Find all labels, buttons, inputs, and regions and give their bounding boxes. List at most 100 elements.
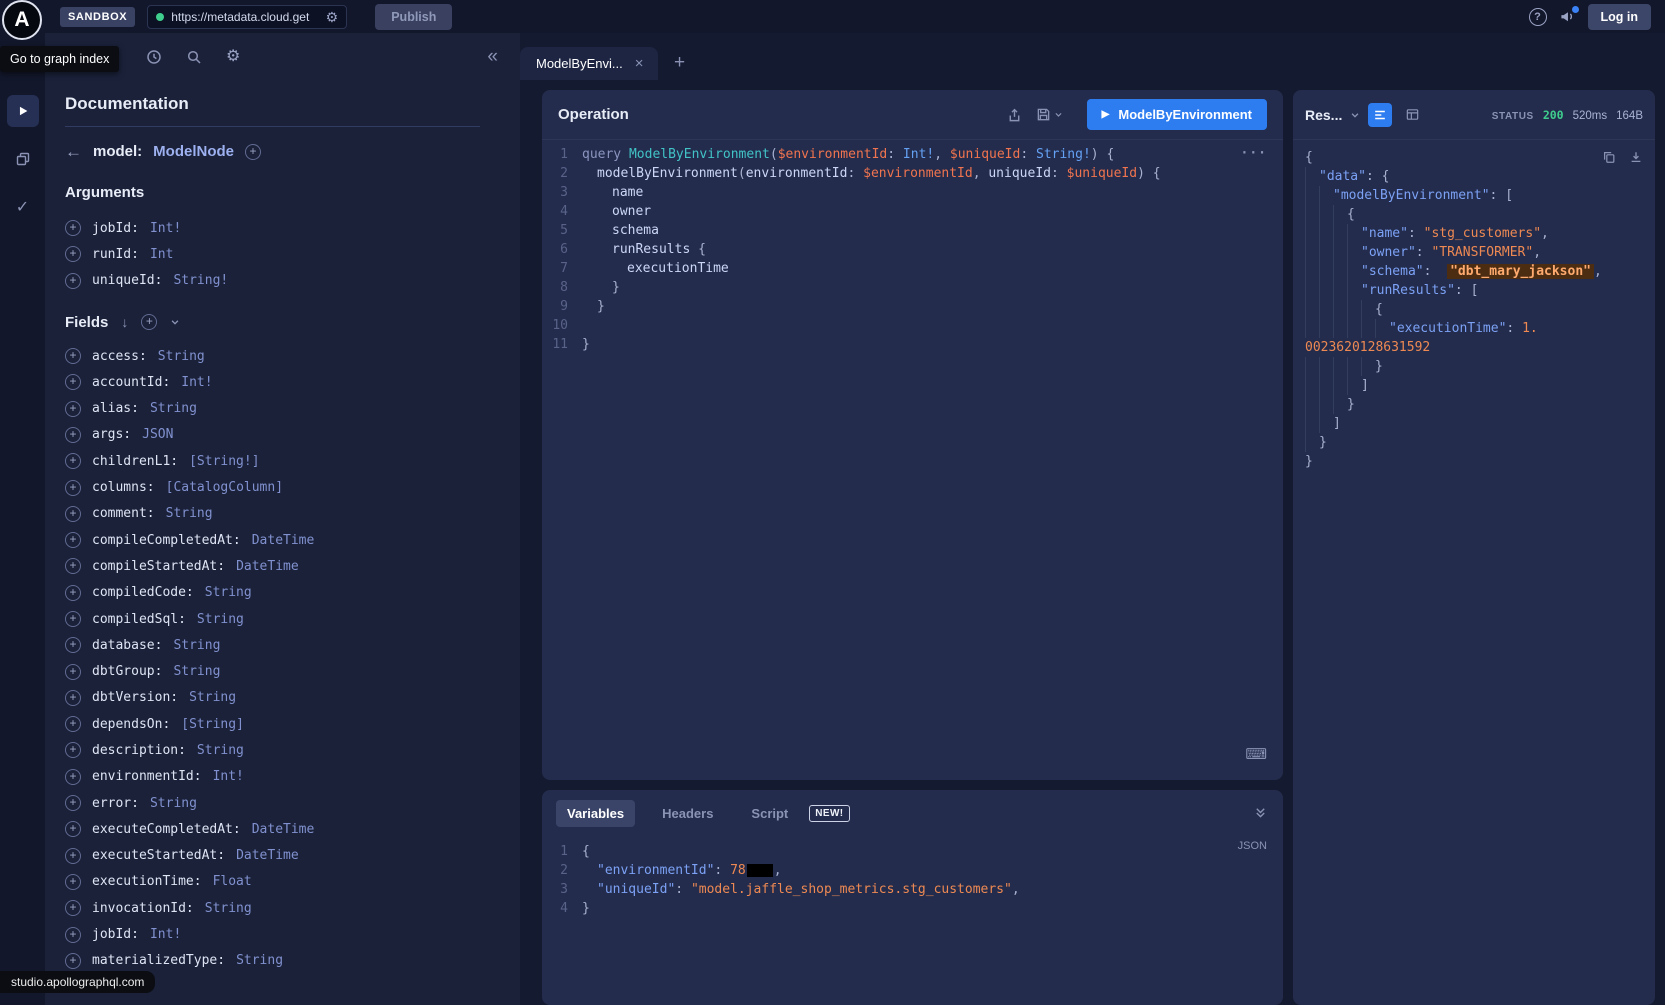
- add-to-operation-icon[interactable]: +: [65, 246, 81, 262]
- tab-headers[interactable]: Headers: [651, 800, 724, 827]
- doc-field-row[interactable]: +compileStartedAt:DateTime: [65, 553, 480, 579]
- help-icon[interactable]: ?: [1529, 8, 1547, 26]
- field-type[interactable]: [String!]: [189, 454, 259, 469]
- add-to-operation-icon[interactable]: +: [65, 273, 81, 289]
- run-operation-button[interactable]: ▶ ModelByEnvironment: [1087, 99, 1267, 130]
- add-to-operation-icon[interactable]: +: [65, 795, 81, 811]
- publish-button[interactable]: Publish: [375, 4, 452, 30]
- code-line[interactable]: {: [1305, 300, 1643, 319]
- doc-field-row[interactable]: +executionTime:Float: [65, 869, 480, 895]
- add-to-operation-icon[interactable]: +: [65, 716, 81, 732]
- doc-field-row[interactable]: +columns:[CatalogColumn]: [65, 474, 480, 500]
- login-button[interactable]: Log in: [1588, 4, 1652, 30]
- doc-field-row[interactable]: +runId:Int: [65, 241, 480, 267]
- field-type[interactable]: String: [205, 901, 252, 916]
- new-tab-button[interactable]: +: [674, 53, 685, 72]
- code-line[interactable]: 3name: [542, 183, 1283, 202]
- field-type[interactable]: String: [205, 585, 252, 600]
- close-tab-icon[interactable]: ×: [635, 56, 644, 71]
- field-type[interactable]: [CatalogColumn]: [166, 480, 283, 495]
- doc-field-row[interactable]: +compiledCode:String: [65, 580, 480, 606]
- add-all-fields-icon[interactable]: +: [141, 314, 157, 330]
- code-line[interactable]: 0023620128631592: [1305, 338, 1643, 357]
- code-line[interactable]: 2modelByEnvironment(environmentId: $envi…: [542, 164, 1283, 183]
- variables-editor[interactable]: 1{2"environmentId": 78,3"uniqueId": "mod…: [542, 836, 1283, 1005]
- tab-variables[interactable]: Variables: [556, 800, 635, 827]
- add-to-operation-icon[interactable]: +: [65, 558, 81, 574]
- doc-field-row[interactable]: +args:JSON: [65, 422, 480, 448]
- operation-editor[interactable]: 1query ModelByEnvironment($environmentId…: [542, 140, 1283, 780]
- add-to-operation-icon[interactable]: +: [65, 690, 81, 706]
- field-type[interactable]: String!: [173, 273, 228, 288]
- code-line[interactable]: 1query ModelByEnvironment($environmentId…: [542, 145, 1283, 164]
- operation-menu-dots-icon[interactable]: ···: [1241, 144, 1267, 163]
- back-arrow-icon[interactable]: ←: [65, 143, 82, 160]
- add-to-operation-icon[interactable]: +: [65, 874, 81, 890]
- code-line[interactable]: "owner": "TRANSFORMER",: [1305, 243, 1643, 262]
- add-to-operation-icon[interactable]: +: [65, 900, 81, 916]
- add-to-operation-icon[interactable]: +: [65, 848, 81, 864]
- code-line[interactable]: 3"uniqueId": "model.jaffle_shop_metrics.…: [542, 880, 1283, 899]
- doc-field-row[interactable]: +childrenL1:[String!]: [65, 448, 480, 474]
- sort-fields-icon[interactable]: ↓: [121, 314, 128, 330]
- code-line[interactable]: 10: [542, 316, 1283, 335]
- doc-field-row[interactable]: +dbtVersion:String: [65, 685, 480, 711]
- field-type[interactable]: String: [189, 690, 236, 705]
- field-type[interactable]: Float: [213, 874, 252, 889]
- field-type[interactable]: Int!: [213, 769, 244, 784]
- doc-field-row[interactable]: +dbtGroup:String: [65, 658, 480, 684]
- add-to-operation-icon[interactable]: +: [65, 742, 81, 758]
- history-icon[interactable]: [146, 49, 162, 65]
- field-type[interactable]: String: [150, 796, 197, 811]
- doc-field-row[interactable]: +uniqueId:String!: [65, 268, 480, 294]
- table-view-icon[interactable]: [1400, 103, 1424, 127]
- add-type-icon[interactable]: +: [245, 144, 261, 160]
- add-to-operation-icon[interactable]: +: [65, 427, 81, 443]
- endpoint-input[interactable]: https://metadata.cloud.get ⚙: [147, 5, 347, 29]
- doc-field-row[interactable]: +alias:String: [65, 395, 480, 421]
- field-type[interactable]: String: [158, 349, 205, 364]
- code-line[interactable]: "schema": "dbt_mary_jackson",: [1305, 262, 1643, 281]
- add-to-operation-icon[interactable]: +: [65, 585, 81, 601]
- field-type[interactable]: String: [150, 401, 197, 416]
- field-type[interactable]: Int!: [150, 927, 181, 942]
- code-line[interactable]: {: [1305, 148, 1643, 167]
- add-to-operation-icon[interactable]: +: [65, 401, 81, 417]
- code-line[interactable]: ]: [1305, 376, 1643, 395]
- add-to-operation-icon[interactable]: +: [65, 664, 81, 680]
- doc-field-row[interactable]: +compiledSql:String: [65, 606, 480, 632]
- code-line[interactable]: }: [1305, 452, 1643, 471]
- field-type[interactable]: Int!: [181, 375, 212, 390]
- field-type[interactable]: JSON: [142, 427, 173, 442]
- doc-field-row[interactable]: +jobId:Int!: [65, 921, 480, 947]
- doc-field-row[interactable]: +executeStartedAt:DateTime: [65, 843, 480, 869]
- code-line[interactable]: 6runResults {: [542, 240, 1283, 259]
- formatted-view-icon[interactable]: [1368, 103, 1392, 127]
- field-type[interactable]: String: [236, 953, 283, 968]
- doc-field-row[interactable]: +compileCompletedAt:DateTime: [65, 527, 480, 553]
- code-line[interactable]: {: [1305, 205, 1643, 224]
- search-icon[interactable]: [186, 49, 202, 65]
- add-to-operation-icon[interactable]: +: [65, 374, 81, 390]
- settings-gear-icon[interactable]: ⚙: [226, 49, 240, 65]
- collapse-panel-double-chevron-icon[interactable]: [1254, 806, 1267, 819]
- add-to-operation-icon[interactable]: +: [65, 611, 81, 627]
- add-to-operation-icon[interactable]: +: [65, 506, 81, 522]
- save-icon[interactable]: [1036, 107, 1051, 122]
- code-line[interactable]: "modelByEnvironment": [: [1305, 186, 1643, 205]
- response-json[interactable]: {"data": {"modelByEnvironment": [{"name"…: [1305, 148, 1643, 471]
- code-line[interactable]: 4owner: [542, 202, 1283, 221]
- doc-field-row[interactable]: +executeCompletedAt:DateTime: [65, 816, 480, 842]
- doc-field-row[interactable]: +description:String: [65, 737, 480, 763]
- add-to-operation-icon[interactable]: +: [65, 220, 81, 236]
- add-to-operation-icon[interactable]: +: [65, 953, 81, 969]
- explorer-play-icon[interactable]: [7, 95, 39, 127]
- code-line[interactable]: 2"environmentId": 78,: [542, 861, 1283, 880]
- code-line[interactable]: 9}: [542, 297, 1283, 316]
- field-type[interactable]: DateTime: [236, 848, 299, 863]
- field-type[interactable]: String: [173, 638, 220, 653]
- code-line[interactable]: }: [1305, 395, 1643, 414]
- doc-field-row[interactable]: +accountId:Int!: [65, 369, 480, 395]
- code-line[interactable]: "name": "stg_customers",: [1305, 224, 1643, 243]
- code-line[interactable]: 5schema: [542, 221, 1283, 240]
